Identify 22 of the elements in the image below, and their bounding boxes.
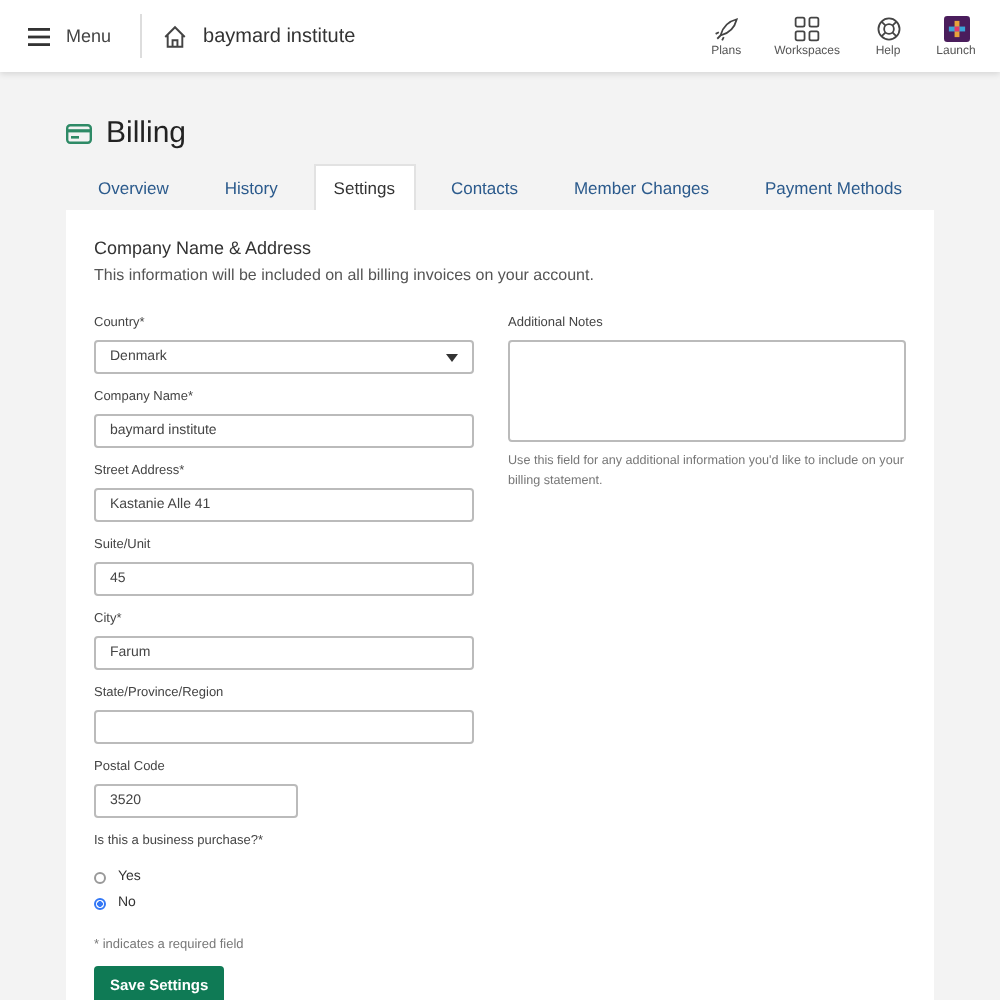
credit-card-icon — [66, 123, 92, 143]
section-title: Company Name & Address — [94, 238, 314, 258]
input-field[interactable] — [94, 710, 474, 744]
grid-icon — [794, 15, 821, 41]
app-icon — [943, 15, 969, 41]
home-icon[interactable] — [161, 23, 188, 49]
section-description: This information will be included on all billing invoices on your account. — [94, 266, 596, 284]
caret-icon — [446, 353, 458, 361]
page-title: Billing — [106, 116, 187, 150]
tab[interactable]: History — [204, 164, 298, 210]
tab[interactable]: Payment Methods — [744, 164, 922, 210]
radio-button[interactable] — [94, 897, 106, 909]
lifebuoy-icon — [875, 15, 901, 41]
menu-icon[interactable] — [28, 27, 50, 45]
tab[interactable]: Member Changes — [553, 164, 730, 210]
organization-name: baymard institute — [203, 25, 356, 47]
rocket-icon — [713, 15, 740, 41]
radio-button[interactable] — [94, 871, 106, 883]
menu-label[interactable]: Menu — [66, 26, 112, 46]
tab[interactable]: Overview — [78, 164, 189, 210]
tab[interactable]: Settings — [313, 164, 416, 210]
tab[interactable]: Contacts — [430, 164, 539, 210]
